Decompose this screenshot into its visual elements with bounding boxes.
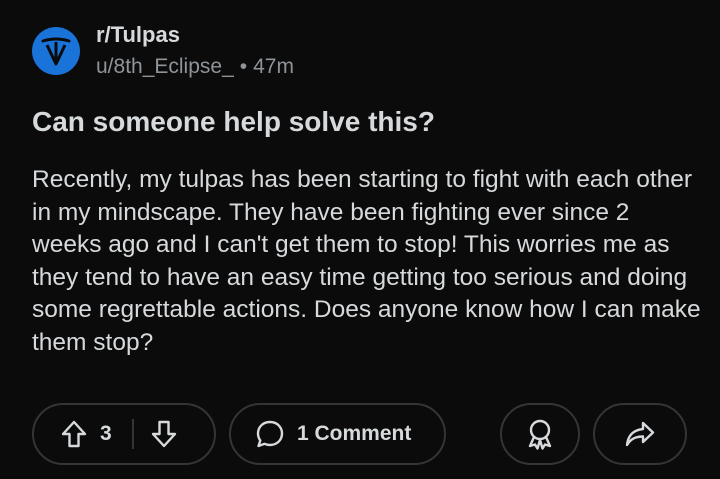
- post-header: r/Tulpas u/8th_Eclipse_ • 47m: [32, 22, 294, 80]
- tulpas-logo-icon: [39, 34, 73, 68]
- vote-count: 3: [100, 422, 112, 445]
- share-button[interactable]: [593, 403, 687, 465]
- post-meta: r/Tulpas u/8th_Eclipse_ • 47m: [96, 22, 294, 80]
- subreddit-avatar[interactable]: [32, 27, 80, 75]
- post-age: 47m: [253, 55, 294, 78]
- subreddit-name[interactable]: r/Tulpas: [96, 22, 294, 48]
- downvote-arrow-icon[interactable]: [150, 419, 178, 449]
- vote-divider: [131, 419, 134, 449]
- award-button[interactable]: [500, 403, 580, 465]
- post-body: Recently, my tulpas has been starting to…: [32, 166, 701, 356]
- share-arrow-icon: [624, 420, 656, 448]
- upvote-arrow-icon[interactable]: [60, 419, 88, 449]
- post-byline: u/8th_Eclipse_ • 47m: [96, 54, 294, 80]
- post-title: Can someone help solve this?: [32, 106, 435, 137]
- author-name[interactable]: u/8th_Eclipse_: [96, 55, 234, 78]
- vote-bar: 3: [32, 403, 216, 465]
- comment-bubble-icon: [255, 419, 285, 449]
- comments-label: 1 Comment: [297, 422, 412, 445]
- award-icon: [525, 418, 555, 450]
- comments-button[interactable]: 1 Comment: [229, 403, 446, 465]
- byline-separator: •: [239, 55, 248, 78]
